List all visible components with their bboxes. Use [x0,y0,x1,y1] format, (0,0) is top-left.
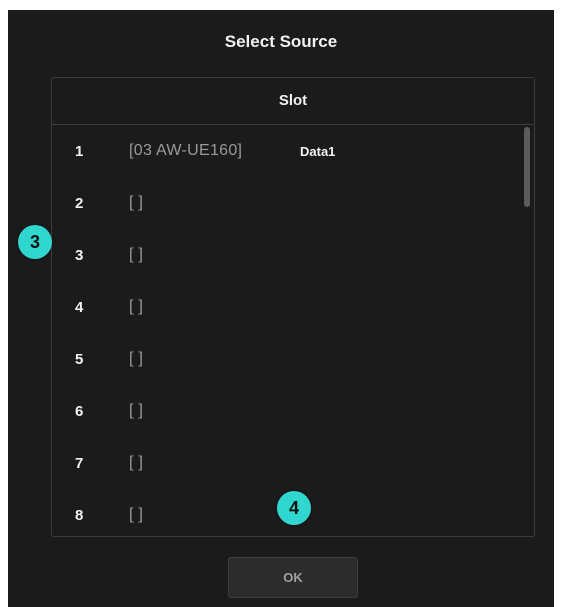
slot-number: 6 [75,403,84,420]
slot-source: [ ] [129,298,144,315]
slot-list-scrollbar[interactable] [524,125,532,536]
slot-row-2[interactable]: 2 [ ] [52,177,534,229]
slot-number: 2 [75,195,84,212]
slot-row-3[interactable]: 3 [ ] [52,229,534,281]
slot-number: 8 [75,507,84,524]
slot-number: 4 [75,299,84,316]
callout-badge-4: 4 [277,491,311,525]
slot-source: [ ] [129,506,144,523]
slot-source: [03 AW-UE160] [129,142,243,159]
slot-column-header: Slot [52,78,534,125]
slot-row-7[interactable]: 7 [ ] [52,437,534,489]
slot-row-6[interactable]: 6 [ ] [52,385,534,437]
slot-source: [ ] [129,454,144,471]
slot-source: [ ] [129,194,144,211]
ok-button[interactable]: OK [228,557,358,598]
slot-number: 1 [75,143,84,160]
slot-source: [ ] [129,402,144,419]
dialog-title: Select Source [224,32,338,51]
slot-table: Slot 1 [03 AW-UE160] Data1 2 [ ] 3 [ ] 4… [51,77,535,537]
scrollbar-thumb[interactable] [524,127,530,207]
slot-source: [ ] [129,246,144,263]
slot-number: 5 [75,351,84,368]
slot-list[interactable]: 1 [03 AW-UE160] Data1 2 [ ] 3 [ ] 4 [ ] … [52,125,534,536]
callout-badge-3: 3 [18,225,52,259]
slot-number: 7 [75,455,84,472]
slot-data-tag: Data1 [300,144,336,159]
slot-source: [ ] [129,350,144,367]
slot-number: 3 [75,247,84,264]
slot-row-5[interactable]: 5 [ ] [52,333,534,385]
slot-row-1[interactable]: 1 [03 AW-UE160] Data1 [52,125,534,177]
slot-row-4[interactable]: 4 [ ] [52,281,534,333]
